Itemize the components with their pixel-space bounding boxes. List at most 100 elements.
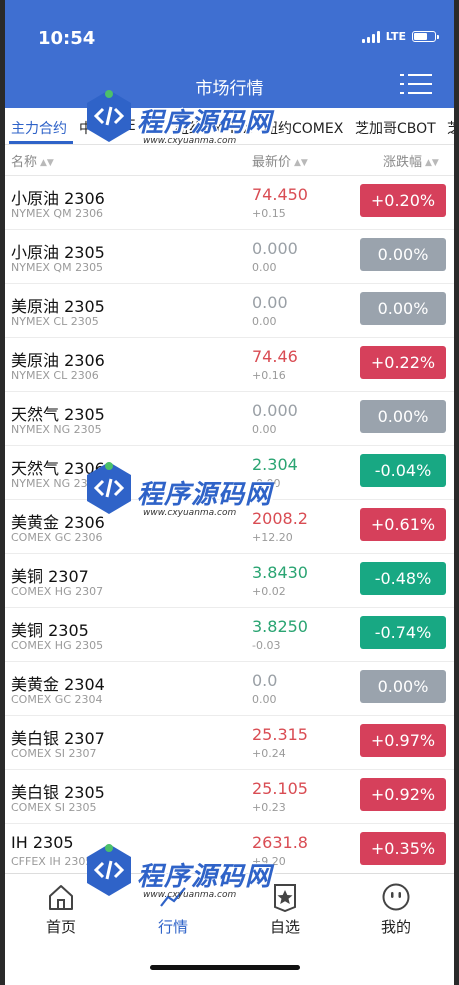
instrument-code: NYMEX QM 2305	[11, 261, 104, 274]
tab-nymex[interactable]: 纽约NYMEX	[175, 118, 253, 138]
instrument-code: COMEX SI 2305	[11, 801, 97, 814]
price-change: +0.24	[252, 747, 286, 760]
instrument-code: COMEX HG 2307	[11, 585, 104, 598]
status-indicators: LTE	[361, 30, 439, 43]
instrument-code: NYMEX CL 2306	[11, 369, 99, 382]
last-price: 25.105	[252, 779, 308, 798]
tab-cme[interactable]: CME	[105, 118, 136, 134]
change-percent-badge[interactable]: -0.04%	[360, 454, 446, 487]
price-change: +12.20	[252, 531, 293, 544]
user-face-icon	[382, 883, 410, 911]
price-change: 0.00	[252, 693, 277, 706]
quote-row[interactable]: 美铜 2305 COMEX HG 2305 3.8250 -0.03 -0.74%	[5, 608, 454, 662]
change-percent-badge[interactable]: 0.00%	[360, 238, 446, 271]
quote-list: 小原油 2306 NYMEX QM 2306 74.450 +0.15 +0.20% 小原…	[5, 176, 454, 878]
change-percent-badge[interactable]: -0.74%	[360, 616, 446, 649]
instrument-code: NYMEX NG 2305	[11, 423, 102, 436]
price-change: +0.15	[252, 207, 286, 220]
quote-row[interactable]: 小原油 2305 NYMEX QM 2305 0.000 0.00 0.00%	[5, 230, 454, 284]
instrument-name: 美白银 2305	[11, 783, 105, 802]
instrument-code: NYMEX QM 2306	[11, 207, 104, 220]
quote-row[interactable]: 小原油 2306 NYMEX QM 2306 74.450 +0.15 +0.20%	[5, 176, 454, 230]
battery-icon	[412, 31, 439, 42]
list-menu-icon[interactable]	[400, 70, 432, 98]
quote-row[interactable]: 天然气 2306 NYMEX NG 2306 2.304 -0.00 -0.04%	[5, 446, 454, 500]
tab-more[interactable]: 芝	[447, 118, 454, 138]
change-percent-badge[interactable]: +0.97%	[360, 724, 446, 757]
instrument-name: 美原油 2306	[11, 351, 105, 370]
change-percent-badge[interactable]: +0.22%	[360, 346, 446, 379]
quote-row[interactable]: IH 2305 CFFEX IH 2305 2631.8 +9.20 +0.35%	[5, 824, 454, 878]
quote-row[interactable]: 美黄金 2306 COMEX GC 2306 2008.2 +12.20 +0.61%	[5, 500, 454, 554]
quote-row[interactable]: 美黄金 2304 COMEX GC 2304 0.0 0.00 0.00%	[5, 662, 454, 716]
price-change: -0.00	[252, 477, 281, 490]
change-percent-badge[interactable]: +0.92%	[360, 778, 446, 811]
home-indicator	[150, 965, 300, 970]
sort-by-change[interactable]: 涨跌幅 ▲▼	[383, 151, 439, 170]
nav-home-label: 首页	[45, 918, 76, 936]
phone-screen: 10:54 LTE 市场行情 主力合约 中 CME 纽约NYMEX 纽约COME…	[5, 0, 454, 985]
quote-row[interactable]: 美原油 2305 NYMEX CL 2305 0.00 0.00 0.00%	[5, 284, 454, 338]
price-change: +0.16	[252, 369, 286, 382]
quote-row[interactable]: 美白银 2307 COMEX SI 2307 25.315 +0.24 +0.97%	[5, 716, 454, 770]
quote-row[interactable]: 美白银 2305 COMEX SI 2305 25.105 +0.23 +0.92%	[5, 770, 454, 824]
instrument-name: 天然气 2306	[11, 459, 105, 478]
price-change: +0.02	[252, 585, 286, 598]
last-price: 25.315	[252, 725, 308, 744]
instrument-name: 美铜 2305	[11, 621, 89, 640]
price-change: 0.00	[252, 315, 277, 328]
tab-main-contracts[interactable]: 主力合约	[11, 118, 67, 138]
nav-profile-label: 我的	[380, 918, 411, 936]
nav-watchlist[interactable]: 自选	[250, 882, 320, 937]
sort-icon: ▲▼	[40, 158, 54, 168]
change-percent-badge[interactable]: 0.00%	[360, 670, 446, 703]
last-price: 0.00	[252, 293, 288, 312]
price-change: 0.00	[252, 423, 277, 436]
last-price: 2.304	[252, 455, 298, 474]
sort-by-name[interactable]: 名称 ▲▼	[11, 151, 54, 170]
last-price: 74.450	[252, 185, 308, 204]
last-price: 0.0	[252, 671, 278, 690]
last-price: 2631.8	[252, 833, 308, 852]
nav-home[interactable]: 首页	[26, 882, 96, 937]
cell-signal-icon	[361, 30, 380, 43]
change-percent-badge[interactable]: +0.61%	[360, 508, 446, 541]
sort-icon: ▲▼	[425, 158, 439, 168]
price-change: +9.20	[252, 855, 286, 868]
instrument-name: IH 2305	[11, 833, 74, 852]
page-title: 市场行情	[195, 79, 264, 99]
active-tab-indicator	[9, 141, 73, 144]
instrument-name: 小原油 2305	[11, 243, 105, 262]
change-percent-badge[interactable]: 0.00%	[360, 400, 446, 433]
instrument-code: NYMEX NG 2306	[11, 477, 102, 490]
tab-china[interactable]: 中	[79, 118, 93, 138]
sort-by-price[interactable]: 最新价 ▲▼	[252, 151, 308, 170]
instrument-code: CFFEX IH 2305	[11, 855, 93, 868]
last-price: 2008.2	[252, 509, 308, 528]
instrument-code: COMEX HG 2305	[11, 639, 104, 652]
name-column-label: 名称	[11, 155, 38, 170]
tab-comex[interactable]: 纽约COMEX	[264, 118, 343, 138]
instrument-code: COMEX GC 2306	[11, 531, 103, 544]
quote-row[interactable]: 天然气 2305 NYMEX NG 2305 0.000 0.00 0.00%	[5, 392, 454, 446]
instrument-code: COMEX SI 2307	[11, 747, 97, 760]
quote-row[interactable]: 美原油 2306 NYMEX CL 2306 74.46 +0.16 +0.22%	[5, 338, 454, 392]
last-price: 3.8430	[252, 563, 308, 582]
change-percent-badge[interactable]: +0.35%	[360, 832, 446, 865]
change-percent-badge[interactable]: -0.48%	[360, 562, 446, 595]
tab-cbot[interactable]: 芝加哥CBOT	[355, 118, 436, 138]
change-percent-badge[interactable]: +0.20%	[360, 184, 446, 217]
nav-watchlist-label: 自选	[269, 918, 300, 936]
price-change: +0.23	[252, 801, 286, 814]
instrument-name: 美黄金 2306	[11, 513, 105, 532]
title-bar: 市场行情	[5, 62, 454, 108]
change-column-label: 涨跌幅	[383, 155, 423, 170]
instrument-name: 美原油 2305	[11, 297, 105, 316]
instrument-name: 天然气 2305	[11, 405, 105, 424]
nav-market[interactable]: 行情	[138, 882, 208, 937]
change-percent-badge[interactable]: 0.00%	[360, 292, 446, 325]
quote-row[interactable]: 美铜 2307 COMEX HG 2307 3.8430 +0.02 -0.48%	[5, 554, 454, 608]
nav-profile[interactable]: 我的	[361, 882, 431, 937]
instrument-name: 美黄金 2304	[11, 675, 105, 694]
price-column-label: 最新价	[252, 155, 292, 170]
